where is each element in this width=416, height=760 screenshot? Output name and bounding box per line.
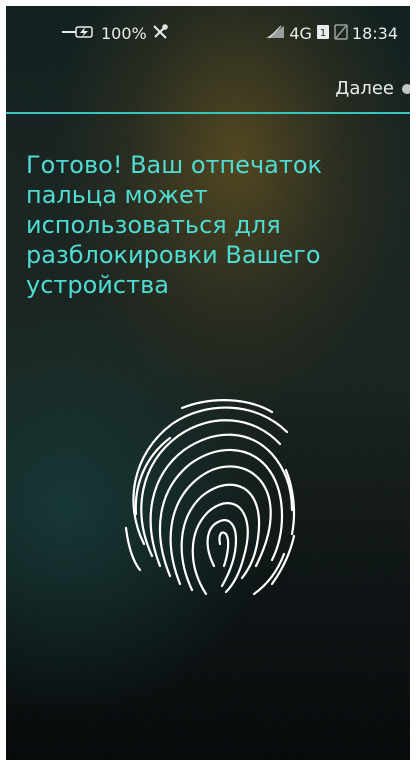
signal-icon <box>265 25 285 42</box>
fingerprint-icon <box>124 399 296 596</box>
header-divider <box>6 112 410 114</box>
status-right: 4G 1 18:34 <box>265 24 398 43</box>
screen: 100% 4G 1 18:34 Далее Готово! Ваш отпеча… <box>6 6 410 760</box>
phone-frame: 100% 4G 1 18:34 Далее Готово! Ваш отпеча… <box>0 0 416 760</box>
tools-icon <box>152 24 168 43</box>
battery-percent: 100% <box>101 23 147 43</box>
sim-icon: 1 <box>316 24 330 43</box>
scroll-indicator-icon <box>402 84 410 94</box>
charging-icon <box>62 25 96 42</box>
no-signal-icon <box>334 24 348 43</box>
top-action-row: Далее <box>6 70 410 110</box>
network-type: 4G <box>289 23 312 43</box>
status-bar: 100% 4G 1 18:34 <box>6 6 410 58</box>
success-message: Готово! Ваш отпечаток пальца может испол… <box>26 151 322 299</box>
status-left: 100% <box>62 24 168 43</box>
next-button[interactable]: Далее <box>335 78 402 99</box>
sim-badge: 1 <box>320 28 326 39</box>
clock: 18:34 <box>351 23 398 43</box>
